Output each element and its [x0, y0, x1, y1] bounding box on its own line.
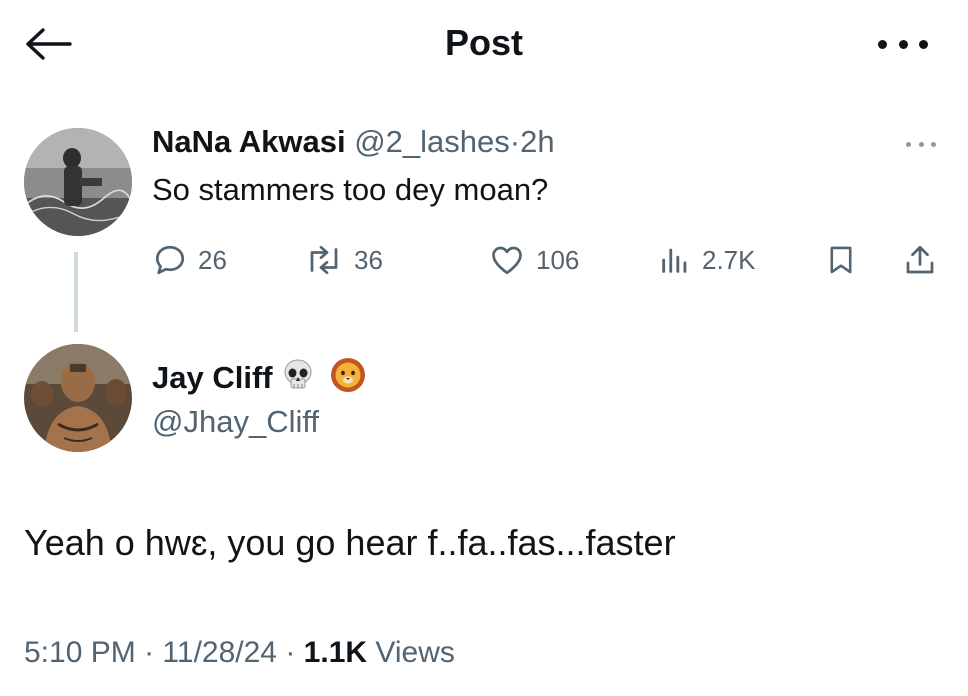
parent-handle[interactable]: @2_lashes: [354, 124, 510, 159]
meta-separator: ·: [144, 636, 155, 669]
tweet-views-label: Views: [375, 636, 455, 669]
tweet-date[interactable]: 11/28/24: [162, 636, 277, 669]
tweet-views-count[interactable]: 1.1K: [304, 636, 367, 669]
views-count: 2.7K: [702, 244, 756, 275]
parent-timestamp[interactable]: 2h: [520, 124, 554, 159]
skull-emoji-icon: [281, 358, 315, 397]
author-name-row: Jay Cliff: [152, 356, 367, 399]
parent-separator: ·: [509, 124, 521, 159]
thread-connector-line: [74, 252, 78, 332]
parent-display-name[interactable]: NaNa Akwasi: [152, 124, 346, 159]
share-icon: [906, 245, 934, 274]
reply-count: 26: [198, 244, 227, 275]
repost-count: 36: [354, 244, 383, 275]
page-title: Post: [444, 22, 523, 63]
more-dot: [918, 142, 924, 147]
post-page: Post NaNa Akwasi @2_lashes·2h So stammer…: [0, 0, 968, 696]
lion-emoji-icon: [329, 356, 367, 399]
reply-button[interactable]: 26: [152, 238, 227, 282]
reply-icon: [155, 245, 185, 275]
meta-separator: ·: [285, 636, 296, 669]
share-button[interactable]: [902, 238, 938, 282]
views-button[interactable]: 2.7K: [658, 238, 756, 282]
more-dot: [898, 39, 908, 49]
bookmark-button[interactable]: [824, 238, 858, 282]
parent-author-row: NaNa Akwasi @2_lashes·2h: [152, 124, 555, 160]
tweet-metadata: 5:10 PM · 11/28/24 · 1.1K Views: [24, 636, 455, 670]
heart-icon: [492, 246, 522, 275]
tweet-time[interactable]: 5:10 PM: [24, 636, 136, 669]
parent-action-bar: 26 36 106 2.7K: [152, 238, 942, 282]
tweet-text: Yeah o hwɛ, you go hear f..fa..fas...fas…: [24, 522, 676, 563]
like-count: 106: [536, 244, 580, 275]
more-dot: [919, 39, 928, 49]
author-handle[interactable]: @Jhay_Cliff: [152, 404, 319, 440]
more-dot: [878, 39, 887, 49]
author-avatar[interactable]: [24, 344, 132, 452]
repost-icon: [310, 245, 338, 275]
repost-button[interactable]: 36: [304, 238, 383, 282]
parent-more-button[interactable]: [906, 142, 936, 150]
bookmark-icon: [830, 246, 852, 274]
analytics-icon: [662, 248, 687, 273]
more-dot: [906, 142, 911, 147]
author-display-name[interactable]: Jay Cliff: [152, 360, 273, 396]
more-options-button[interactable]: [878, 32, 928, 56]
parent-avatar[interactable]: [24, 128, 132, 236]
like-button[interactable]: 106: [488, 238, 579, 282]
parent-tweet-text: So stammers too dey moan?: [152, 172, 549, 207]
more-dot: [931, 142, 936, 147]
